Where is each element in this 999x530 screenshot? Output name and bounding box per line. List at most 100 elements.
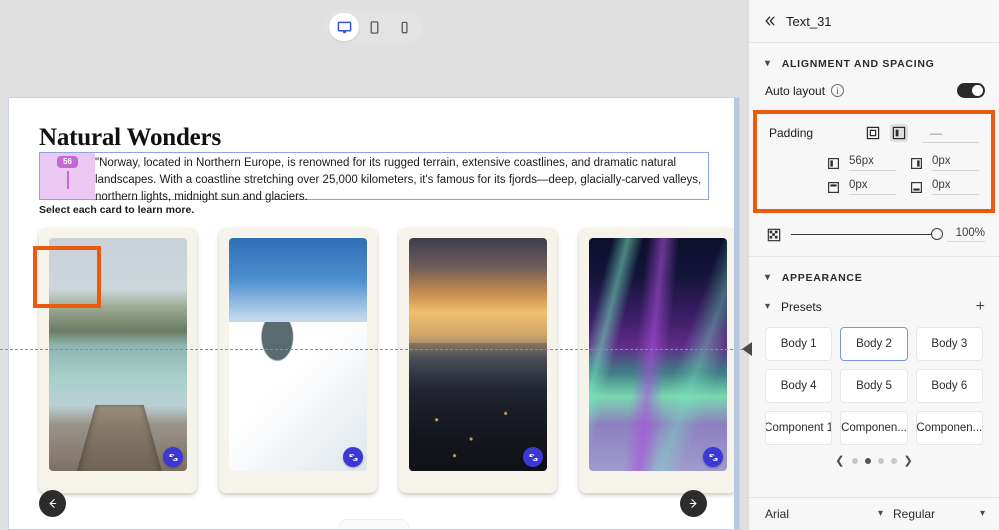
plus-icon[interactable]: +	[976, 299, 985, 315]
preset-body-6[interactable]: Body 6	[916, 369, 983, 403]
preset-component-3[interactable]: Componen...	[916, 411, 983, 445]
card-flip-button[interactable]	[343, 447, 363, 467]
device-toggle-desktop[interactable]	[329, 13, 359, 41]
font-weight-select[interactable]: Regular ▾	[893, 507, 985, 521]
flip-icon	[528, 452, 539, 463]
padding-left-value[interactable]: 56px	[849, 155, 896, 171]
device-toggle-group	[325, 11, 423, 43]
carousel-next-button[interactable]	[680, 490, 707, 517]
carousel-prev-button[interactable]	[39, 490, 66, 517]
presets-pager: ❮ ❯	[749, 445, 999, 475]
card-flip-button[interactable]	[523, 447, 543, 467]
padding-controls-group: Padding —	[753, 110, 995, 213]
padding-bottom-icon	[910, 181, 923, 194]
padding-label: Padding	[769, 126, 864, 140]
selected-text-block[interactable]: "Norway, located in Northern Europe, is …	[39, 152, 709, 200]
page-subcaption: Select each card to learn more.	[39, 204, 194, 216]
presets-header: ▾ Presets +	[749, 293, 999, 321]
padding-left-icon	[827, 157, 840, 170]
padding-top-value[interactable]: 0px	[849, 179, 896, 195]
canvas-edge-strip	[734, 98, 739, 529]
opacity-slider[interactable]	[791, 234, 937, 235]
chevron-down-icon: ▾	[980, 509, 985, 519]
auto-layout-toggle[interactable]	[957, 83, 985, 98]
padding-bottom-value[interactable]: 0px	[932, 179, 979, 195]
pager-dot-3[interactable]	[878, 458, 884, 464]
typography-row: Arial ▾ Regular ▾	[749, 497, 999, 530]
device-toggle-tablet[interactable]	[359, 13, 389, 41]
page-content: Natural Wonders "Norway, located in Nort…	[9, 98, 739, 529]
padding-individual-icon[interactable]	[890, 124, 908, 142]
padding-top-cell: 0px	[827, 179, 896, 195]
section-title: ALIGNMENT AND SPACING	[782, 58, 935, 70]
table-row[interactable]	[219, 228, 377, 493]
body-paragraph: "Norway, located in Northern Europe, is …	[95, 155, 703, 206]
chevron-down-icon: ▾	[765, 273, 771, 283]
preset-body-1[interactable]: Body 1	[765, 327, 832, 361]
design-canvas[interactable]: Natural Wonders "Norway, located in Nort…	[8, 97, 740, 530]
app-root: Natural Wonders "Norway, located in Nort…	[0, 0, 999, 530]
opacity-value[interactable]: 100%	[947, 227, 985, 242]
card-image-city	[409, 238, 547, 471]
padding-right-icon	[910, 157, 923, 170]
pager-dot-1[interactable]	[852, 458, 858, 464]
section-alignment-spacing-header[interactable]: ▾ ALIGNMENT AND SPACING	[749, 43, 999, 79]
padding-uniform-value[interactable]: —	[922, 123, 979, 143]
flip-icon	[168, 452, 179, 463]
padding-right-value[interactable]: 0px	[932, 155, 979, 171]
table-row[interactable]	[39, 228, 197, 493]
pager-dot-4[interactable]	[891, 458, 897, 464]
preset-component-2[interactable]: Componen...	[840, 411, 907, 445]
padding-left-cell: 56px	[827, 155, 896, 171]
table-row[interactable]	[399, 228, 557, 493]
card-image-fjord	[49, 238, 187, 471]
checkerboard-icon	[767, 228, 781, 242]
info-icon[interactable]: i	[831, 84, 844, 97]
card-image-aurora	[589, 238, 727, 471]
padding-values-grid: 56px 0px 0px	[827, 155, 979, 195]
card-flip-button[interactable]	[703, 447, 723, 467]
properties-panel: Text_31 ▾ ALIGNMENT AND SPACING Auto lay…	[748, 0, 999, 530]
chevron-double-left-icon[interactable]	[763, 14, 777, 28]
opacity-slider-thumb[interactable]	[931, 228, 943, 240]
card-flip-button[interactable]	[163, 447, 183, 467]
auto-layout-row: Auto layout i	[749, 79, 999, 110]
pager-dot-2[interactable]	[865, 458, 871, 464]
presets-grid: Body 1 Body 2 Body 3 Body 4 Body 5 Body …	[749, 321, 999, 445]
mobile-icon	[397, 20, 412, 35]
arrow-right-icon	[687, 497, 700, 510]
desktop-icon	[337, 20, 352, 35]
padding-value-badge: 56	[57, 156, 78, 168]
section-title: APPEARANCE	[782, 272, 863, 284]
padding-stem	[67, 171, 69, 189]
card-carousel	[39, 228, 737, 493]
canvas-area: Natural Wonders "Norway, located in Nort…	[0, 0, 748, 530]
padding-uniform-icon[interactable]	[864, 124, 882, 142]
padding-bottom-cell: 0px	[910, 179, 979, 195]
flip-icon	[708, 452, 719, 463]
font-family-select[interactable]: Arial ▾	[765, 507, 883, 521]
device-toggle-mobile[interactable]	[389, 13, 419, 41]
padding-overlay: 56	[40, 153, 95, 199]
chevron-down-icon[interactable]: ▾	[765, 302, 770, 312]
preset-component-1[interactable]: Component 1	[765, 411, 832, 445]
preset-body-4[interactable]: Body 4	[765, 369, 832, 403]
arrow-left-icon	[46, 497, 59, 510]
panel-title: Text_31	[786, 14, 832, 29]
card-image-snow	[229, 238, 367, 471]
chevron-down-icon: ▾	[765, 59, 771, 69]
padding-mode-row: Padding —	[769, 123, 979, 143]
preset-body-2[interactable]: Body 2	[840, 327, 907, 361]
opacity-row: 100%	[749, 213, 999, 257]
chevron-left-icon[interactable]: ❮	[835, 454, 844, 467]
section-appearance-header[interactable]: ▾ APPEARANCE	[749, 257, 999, 293]
panel-header: Text_31	[749, 0, 999, 43]
padding-top-icon	[827, 181, 840, 194]
table-row[interactable]	[579, 228, 737, 493]
preset-body-3[interactable]: Body 3	[916, 327, 983, 361]
preset-body-5[interactable]: Body 5	[840, 369, 907, 403]
page-title: Natural Wonders	[39, 124, 221, 152]
padding-right-cell: 0px	[910, 155, 979, 171]
chevron-right-icon[interactable]: ❯	[904, 454, 913, 467]
presets-label: Presets	[781, 300, 976, 314]
